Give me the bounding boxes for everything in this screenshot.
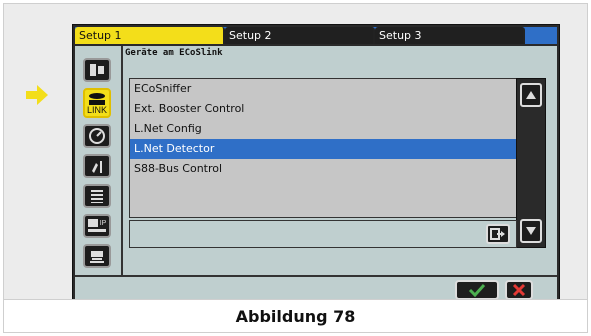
details-panel	[129, 220, 517, 248]
arrow-up-icon	[526, 91, 536, 99]
scrollbar[interactable]	[516, 78, 546, 248]
list-button[interactable]	[83, 184, 111, 208]
tab-setup-2[interactable]: Setup 2	[225, 27, 375, 44]
page-title: Geräte am ECoSlink	[125, 48, 223, 58]
gauge-icon	[89, 128, 105, 144]
arrow-down-icon	[526, 227, 536, 235]
tab-setup-3[interactable]: Setup 3	[375, 27, 525, 44]
link-button[interactable]: LINK	[83, 88, 111, 118]
tools-button[interactable]	[83, 154, 111, 178]
link-label: LINK	[87, 105, 107, 115]
ip-button[interactable]: IP	[83, 214, 111, 238]
check-icon	[468, 283, 486, 297]
link-icon: LINK	[87, 93, 107, 115]
list-icon	[91, 190, 103, 203]
device-icon[interactable]	[83, 58, 111, 82]
cancel-button[interactable]	[505, 280, 533, 300]
list-item-ecosniffer[interactable]: ECoSniffer	[130, 79, 516, 99]
pointer-arrow-icon	[26, 85, 48, 105]
gauge-button[interactable]	[83, 124, 111, 148]
network-ip-icon: IP	[88, 219, 107, 232]
close-icon	[512, 283, 526, 297]
list-item-lnet-detector[interactable]: L.Net Detector	[130, 139, 516, 159]
figure-caption: Abbildung 78	[235, 306, 356, 326]
tab-bar: Setup 1 Setup 2 Setup 3	[75, 27, 557, 44]
figure-frame: Setup 1 Setup 2 Setup 3 LINK IP Geräte a…	[3, 3, 588, 333]
ecos-device-screen: Setup 1 Setup 2 Setup 3 LINK IP Geräte a…	[72, 24, 560, 306]
scroll-down-button[interactable]	[520, 219, 542, 243]
content-area: LINK IP Geräte am ECoSlink ECoSniffer Ex…	[75, 46, 557, 275]
scroll-up-button[interactable]	[520, 83, 542, 107]
loco-icon	[90, 251, 104, 263]
ip-label: IP	[100, 220, 107, 227]
list-item-lnet-config[interactable]: L.Net Config	[130, 119, 516, 139]
ok-button[interactable]	[455, 280, 499, 300]
caption-bar: Abbildung 78	[4, 299, 587, 332]
tools-icon	[92, 161, 102, 173]
list-item-s88-bus-control[interactable]: S88-Bus Control	[130, 159, 516, 179]
export-icon	[490, 228, 505, 240]
device-icon	[90, 64, 104, 76]
tab-setup-1[interactable]: Setup 1	[75, 27, 225, 44]
device-list: ECoSniffer Ext. Booster Control L.Net Co…	[129, 78, 517, 218]
loco-button[interactable]	[83, 244, 111, 268]
export-button[interactable]	[486, 224, 510, 244]
list-item-ext-booster-control[interactable]: Ext. Booster Control	[130, 99, 516, 119]
sidebar: LINK IP	[75, 46, 123, 275]
